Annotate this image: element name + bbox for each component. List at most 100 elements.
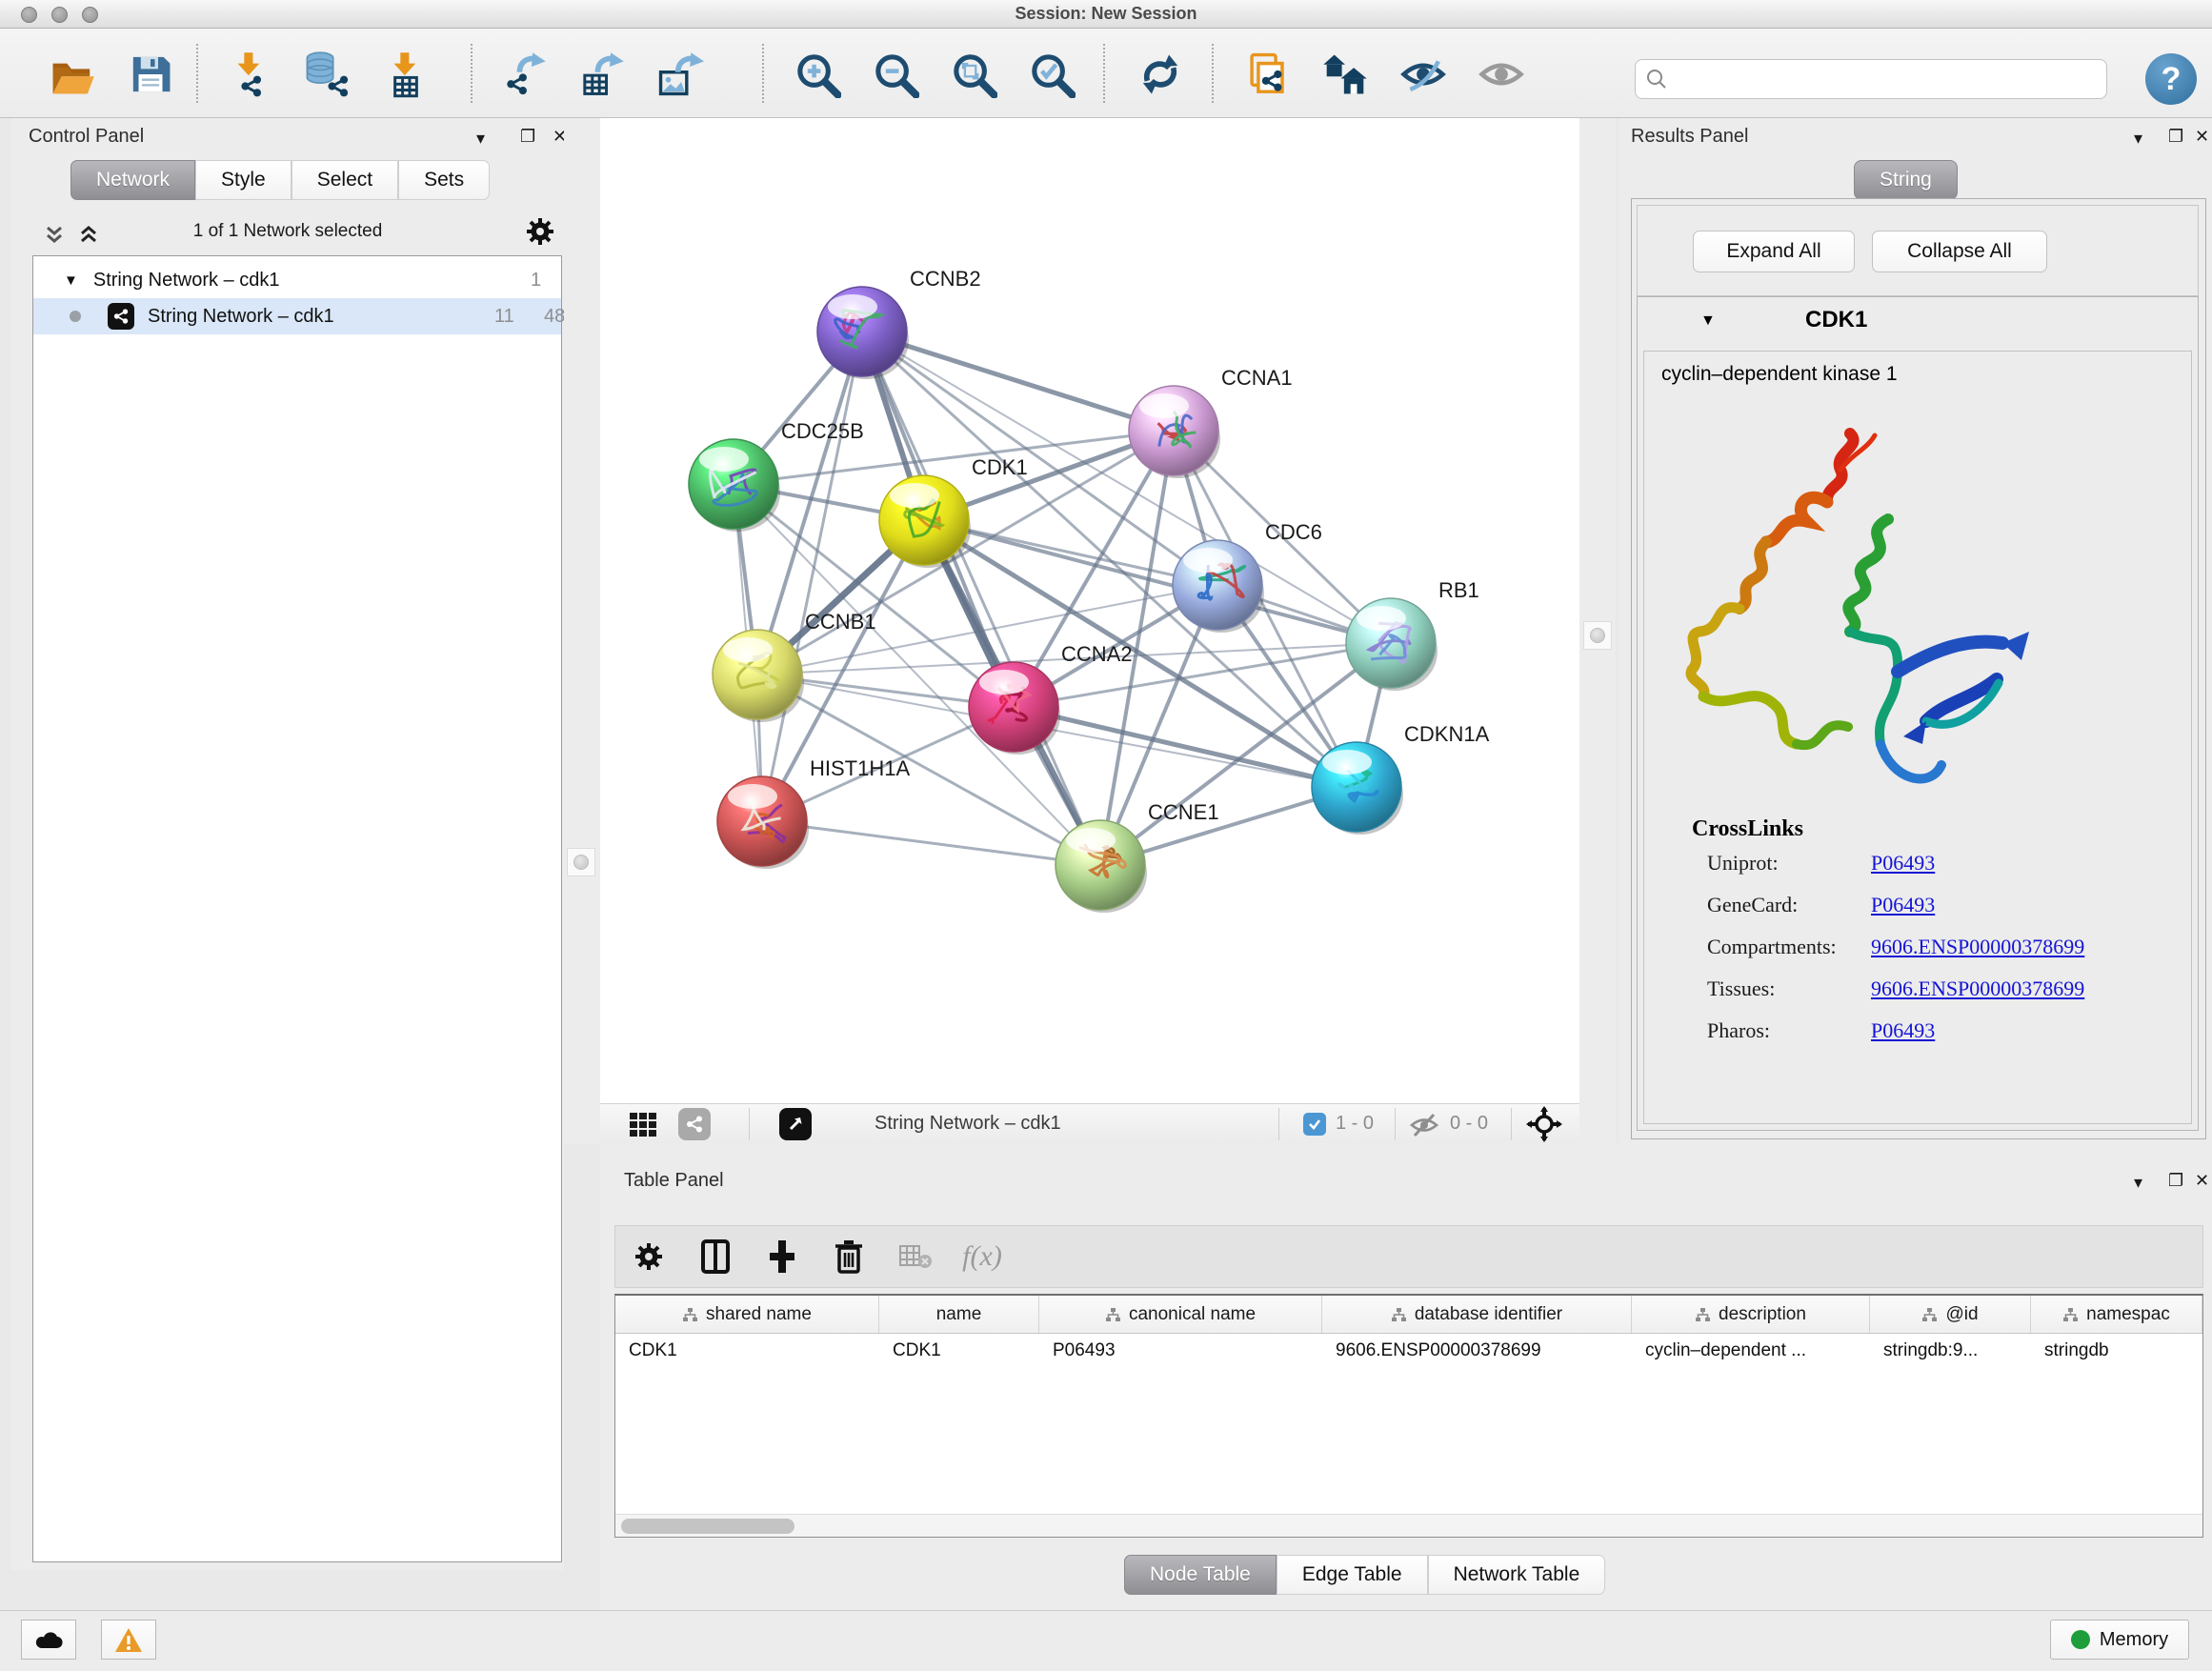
collapse-all-button[interactable]: Collapse All xyxy=(1872,231,2047,272)
tab-string[interactable]: String xyxy=(1854,160,1958,200)
table-options-gear-icon[interactable] xyxy=(615,1230,682,1283)
import-network-database-button[interactable] xyxy=(299,46,356,103)
network-node-CDK1[interactable]: CDK1 xyxy=(879,455,1028,568)
table-horizontal-scrollbar[interactable] xyxy=(615,1514,2202,1537)
results-panel: Results Panel ▾ ❐ ✕ String Expand All Co… xyxy=(1619,118,2212,1143)
tab-edge-table[interactable]: Edge Table xyxy=(1277,1555,1428,1595)
export-image-button[interactable] xyxy=(652,46,709,103)
left-splitter-handle[interactable] xyxy=(567,848,595,876)
results-panel-float-icon[interactable]: ❐ xyxy=(2168,128,2183,145)
crosslink-link[interactable]: 9606.ENSP00000378699 xyxy=(1871,976,2084,1001)
network-node-CDC6[interactable]: CDC6 xyxy=(1173,520,1322,633)
column-header-description[interactable]: description xyxy=(1632,1296,1870,1333)
search-input[interactable] xyxy=(1668,69,2087,91)
show-columns-icon[interactable] xyxy=(682,1230,749,1283)
results-panel-close-icon[interactable]: ✕ xyxy=(2195,128,2209,145)
network-node-CDKN1A[interactable]: CDKN1A xyxy=(1312,722,1490,835)
column-type-icon xyxy=(2062,1307,2079,1322)
collection-disclosure-icon[interactable]: ▼ xyxy=(64,272,78,289)
import-network-file-button[interactable] xyxy=(221,46,278,103)
first-neighbors-button[interactable] xyxy=(1317,46,1374,103)
network-node-RB1[interactable]: RB1 xyxy=(1346,578,1479,691)
export-table-button[interactable] xyxy=(573,46,631,103)
network-node-CCNB1[interactable]: CCNB1 xyxy=(713,610,876,722)
crosslink-link[interactable]: 9606.ENSP00000378699 xyxy=(1871,935,2084,959)
collection-count: 1 xyxy=(531,270,541,292)
expand-all-button[interactable]: Expand All xyxy=(1693,231,1855,272)
table-row[interactable]: CDK1CDK1P064939606.ENSP00000378699cyclin… xyxy=(615,1334,2202,1368)
delete-column-trash-icon[interactable] xyxy=(815,1230,882,1283)
cloud-button[interactable] xyxy=(21,1620,76,1660)
table-cell: 9606.ENSP00000378699 xyxy=(1322,1334,1632,1368)
save-session-button[interactable] xyxy=(122,46,179,103)
show-all-button[interactable] xyxy=(1473,46,1530,103)
search-field[interactable] xyxy=(1635,59,2107,99)
birds-eye-view-icon[interactable] xyxy=(779,1108,812,1140)
gene-details-box: cyclin–dependent kinase 1 xyxy=(1643,351,2192,1124)
pan-crosshair-icon[interactable] xyxy=(1526,1106,1562,1142)
network-edge-CCNB2-HIST1H1A[interactable] xyxy=(762,332,862,821)
column-type-icon xyxy=(682,1307,698,1322)
crosslink-link[interactable]: P06493 xyxy=(1871,893,1935,917)
tab-style[interactable]: Style xyxy=(195,160,292,200)
control-panel-menu-icon[interactable]: ▾ xyxy=(476,130,485,147)
network-collection-row[interactable]: ▼ String Network – cdk1 1 xyxy=(33,262,561,298)
zoom-selected-button[interactable] xyxy=(1023,46,1080,103)
column-header-namespac[interactable]: namespac xyxy=(2031,1296,2202,1333)
table-panel-close-icon[interactable]: ✕ xyxy=(2195,1172,2209,1189)
crosslink-link[interactable]: P06493 xyxy=(1871,851,1935,876)
crosslink-link[interactable]: P06493 xyxy=(1871,1018,1935,1043)
network-row[interactable]: String Network – cdk1 11 48 xyxy=(33,298,561,334)
tab-network[interactable]: Network xyxy=(70,160,195,200)
crosslink-row: Uniprot: P06493 xyxy=(1644,851,2191,883)
zoom-fit-button[interactable] xyxy=(945,46,1002,103)
node-label-HIST1H1A: HIST1H1A xyxy=(810,756,910,780)
tab-sets[interactable]: Sets xyxy=(398,160,490,200)
memory-button[interactable]: Memory xyxy=(2050,1620,2189,1660)
column-header-canonical-name[interactable]: canonical name xyxy=(1039,1296,1322,1333)
selected-checkbox-icon[interactable] xyxy=(1303,1113,1326,1136)
function-builder-icon: f(x) xyxy=(949,1230,1016,1283)
left-splitter[interactable] xyxy=(564,118,600,1143)
tab-select[interactable]: Select xyxy=(292,160,398,200)
zoom-out-button[interactable] xyxy=(867,46,924,103)
scrollbar-thumb[interactable] xyxy=(621,1519,794,1534)
export-network-button[interactable] xyxy=(495,46,553,103)
column-header-database-identifier[interactable]: database identifier xyxy=(1322,1296,1632,1333)
import-table-file-button[interactable] xyxy=(377,46,434,103)
grid-view-icon[interactable] xyxy=(627,1108,659,1140)
table-panel-menu-icon[interactable]: ▾ xyxy=(2134,1174,2142,1191)
add-column-icon[interactable] xyxy=(749,1230,815,1283)
import-network-file-icon xyxy=(226,50,273,98)
network-view[interactable]: CCNB2CCNA1CDC25BCDK1CDC6RB1CCNB1CCNA2CDK… xyxy=(600,118,1579,1103)
open-session-button[interactable] xyxy=(44,46,101,103)
zoom-in-button[interactable] xyxy=(789,46,846,103)
control-panel-float-icon[interactable]: ❐ xyxy=(520,128,535,145)
right-splitter-handle[interactable] xyxy=(1583,621,1612,650)
network-edge-CCNB2-CCNE1[interactable] xyxy=(862,332,1100,865)
help-button[interactable]: ? xyxy=(2145,53,2197,105)
tab-node-table[interactable]: Node Table xyxy=(1124,1555,1277,1595)
tab-network-table[interactable]: Network Table xyxy=(1428,1555,1606,1595)
column-header-name[interactable]: name xyxy=(879,1296,1039,1333)
network-from-selection-button[interactable] xyxy=(1238,46,1296,103)
hide-selected-button[interactable] xyxy=(1395,46,1452,103)
network-overview-icon[interactable] xyxy=(678,1108,711,1140)
gene-disclosure-icon[interactable]: ▼ xyxy=(1700,312,1716,330)
column-header-@id[interactable]: @id xyxy=(1870,1296,2031,1333)
network-node-HIST1H1A[interactable]: HIST1H1A xyxy=(717,756,910,869)
column-header-shared-name[interactable]: shared name xyxy=(615,1296,879,1333)
table-panel-float-icon[interactable]: ❐ xyxy=(2168,1172,2183,1189)
network-edge-CCNA2-CDKN1A[interactable] xyxy=(1014,707,1357,787)
warnings-button[interactable] xyxy=(101,1620,156,1660)
network-edge-CCNB2-CCNA1[interactable] xyxy=(862,332,1174,431)
results-panel-menu-icon[interactable]: ▾ xyxy=(2134,130,2142,147)
network-options-gear-icon[interactable] xyxy=(524,215,556,248)
refresh-view-button[interactable] xyxy=(1132,46,1189,103)
toolbar-separator xyxy=(196,44,198,103)
network-edge-HIST1H1A-CCNE1[interactable] xyxy=(762,821,1100,865)
network-node-CCNA1[interactable]: CCNA1 xyxy=(1129,366,1293,478)
zoom-in-icon xyxy=(794,50,841,98)
right-splitter[interactable] xyxy=(1579,118,1616,1143)
network-canvas[interactable]: CCNB2CCNA1CDC25BCDK1CDC6RB1CCNB1CCNA2CDK… xyxy=(600,118,1579,1103)
